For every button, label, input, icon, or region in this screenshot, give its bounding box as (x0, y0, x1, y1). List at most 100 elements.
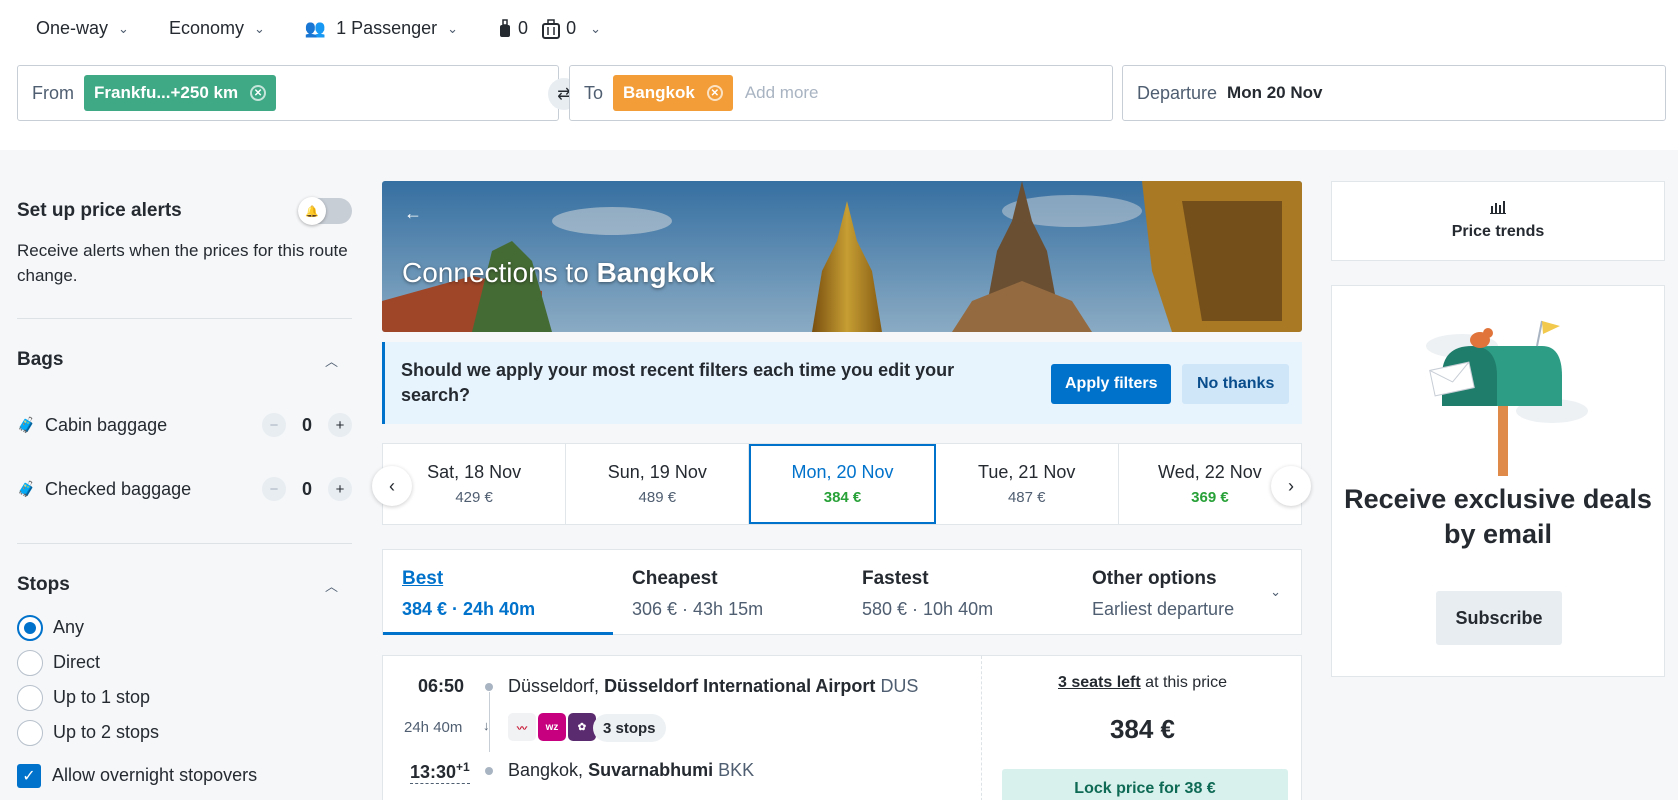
add-more-placeholder[interactable]: Add more (745, 83, 819, 103)
lock-price-button[interactable]: Lock price for 38 € (1002, 769, 1288, 800)
bell-icon: 🔔 (298, 197, 326, 225)
trip-type-label: One-way (36, 18, 109, 38)
cabin-class-label: Economy (168, 18, 244, 38)
date-option[interactable]: Sun, 19 Nov 489 € (566, 444, 750, 524)
departure-field[interactable]: Departure Mon 20 Nov (1122, 65, 1666, 121)
date-label: Tue, 21 Nov (978, 462, 1076, 482)
tab-title: Other options (1092, 568, 1217, 589)
departure-value: Mon 20 Nov (1227, 83, 1323, 102)
chevron-right-icon[interactable]: › (1271, 466, 1311, 506)
stops-option-2[interactable]: Up to 2 stops (17, 715, 352, 750)
checked-bag-icon (542, 18, 561, 39)
decrement-button[interactable]: − (262, 477, 286, 501)
tab-cheapest[interactable]: Cheapest 306 € · 43h 15m (632, 568, 763, 620)
chevron-left-icon[interactable]: ‹ (372, 466, 412, 506)
date-option[interactable]: Tue, 21 Nov 487 € (936, 444, 1119, 524)
tab-subtitle: 580 € · 10h 40m (862, 599, 994, 619)
from-field[interactable]: From Frankfu...+250 km ✕ (17, 65, 559, 121)
airline-logo: ✿ (568, 713, 596, 741)
timeline-dot (485, 683, 493, 691)
banner-title-city: Bangkok (596, 257, 715, 288)
remove-icon[interactable]: ✕ (250, 85, 267, 101)
cabin-class-select[interactable]: Economy ⌄ (169, 18, 265, 39)
divider (17, 318, 352, 319)
checkmark-icon[interactable]: ✓ (17, 763, 41, 788)
flight-duration: 24h 40m (404, 719, 463, 736)
tab-fastest[interactable]: Fastest 580 € · 10h 40m (862, 568, 993, 620)
search-bar: One-way ⌄ Economy ⌄ 👥 1 Passenger ⌄ 0 0 … (0, 0, 1678, 150)
increment-button[interactable]: + (328, 413, 352, 437)
from-chip[interactable]: Frankfu...+250 km ✕ (84, 75, 277, 111)
passengers-select[interactable]: 👥 1 Passenger ⌄ (305, 18, 458, 39)
departure-time: 06:50 (418, 676, 465, 696)
arrival-city: Bangkok, (508, 760, 584, 780)
tab-best[interactable]: Best 384 € · 24h 40m (402, 568, 535, 620)
arrival-day-offset: +1 (456, 760, 470, 774)
trip-type-select[interactable]: One-way ⌄ (36, 18, 129, 39)
remove-icon[interactable]: ✕ (706, 85, 723, 101)
to-chip[interactable]: Bangkok ✕ (613, 75, 733, 111)
arrival-airport: Suvarnabhumi (588, 760, 714, 780)
subscribe-button[interactable]: Subscribe (1436, 591, 1562, 645)
bags-section-header[interactable]: Bags ︿ (17, 349, 352, 371)
overnight-stopovers-checkbox[interactable]: ✓ Allow overnight stopovers (17, 758, 352, 793)
tab-subtitle: 306 € · 43h 15m (632, 599, 764, 619)
arrival-place: Bangkok, Suvarnabhumi BKK (508, 760, 754, 781)
date-label: Sun, 19 Nov (607, 462, 707, 482)
stops-option-any[interactable]: Any (17, 610, 352, 645)
checked-baggage-row: 🧳 Checked baggage − 0 + (17, 477, 352, 501)
radio[interactable] (17, 684, 43, 711)
to-field[interactable]: To Bangkok ✕ Add more (569, 65, 1113, 121)
arrival-code: BKK (718, 760, 755, 780)
filters-notice: Should we apply your most recent filters… (382, 342, 1302, 424)
date-price: 384 € (823, 489, 862, 506)
stops-option-label: Direct (53, 652, 101, 672)
price-alerts-toggle[interactable]: 🔔 (298, 197, 352, 225)
stops-option-label: Any (53, 617, 85, 637)
back-arrow-icon[interactable]: ← (404, 203, 422, 224)
airline-logo: wz (538, 713, 566, 741)
stops-option-direct[interactable]: Direct (17, 645, 352, 680)
seats-left-text: at this price (1140, 674, 1227, 691)
cabin-bag-count: 0 (518, 18, 529, 38)
filters-sidebar: Set up price alerts 🔔 Receive alerts whe… (17, 190, 352, 793)
departure-airport: Düsseldorf International Airport (604, 676, 876, 696)
tab-other-options[interactable]: Other options Earliest departure (1092, 568, 1234, 620)
chevron-down-icon[interactable]: ⌄ (1270, 584, 1281, 600)
cabin-baggage-count: 0 (301, 414, 312, 435)
overnight-label: Allow overnight stopovers (52, 765, 258, 785)
radio[interactable] (17, 719, 43, 746)
departure-code: DUS (880, 676, 919, 696)
checked-baggage-count: 0 (301, 478, 312, 499)
radio-selected[interactable] (17, 614, 43, 641)
price-trends-button[interactable]: Price trends (1331, 181, 1665, 261)
bags-title: Bags (17, 349, 64, 370)
departure-city: Düsseldorf, (508, 676, 600, 696)
price-alerts-description: Receive alerts when the prices for this … (17, 241, 348, 285)
date-option-selected[interactable]: Mon, 20 Nov 384 € (749, 444, 936, 524)
cabin-baggage-label: Cabin baggage (45, 414, 168, 435)
no-thanks-button[interactable]: No thanks (1182, 364, 1290, 404)
increment-button[interactable]: + (328, 477, 352, 501)
date-price: 489 € (638, 489, 677, 506)
radio[interactable] (17, 649, 43, 676)
chevron-down-icon: ⌄ (253, 20, 265, 36)
price-alerts-section: Set up price alerts 🔔 Receive alerts whe… (17, 190, 352, 288)
bags-select[interactable]: 0 0 ⌄ (498, 18, 601, 39)
date-label: Mon, 20 Nov (791, 462, 894, 482)
passengers-label: 1 Passenger (336, 18, 438, 38)
date-selector: Sat, 18 Nov 429 € Sun, 19 Nov 489 € Mon,… (382, 443, 1302, 525)
cabin-bag-icon: 🧳 (17, 417, 36, 434)
stops-option-1[interactable]: Up to 1 stop (17, 680, 352, 715)
airline-logo: 〰 (508, 713, 536, 741)
stops-section-header[interactable]: Stops ︿ (17, 574, 352, 596)
decrement-button[interactable]: − (262, 413, 286, 437)
flight-result-card[interactable]: 06:50 Düsseldorf, Düsseldorf Internation… (382, 655, 1302, 800)
chevron-down-icon: ⌄ (447, 20, 459, 36)
cabin-baggage-row: 🧳 Cabin baggage − 0 + (17, 413, 352, 437)
mailbox-illustration (1426, 320, 1588, 476)
active-tab-indicator (383, 632, 613, 635)
checked-baggage-label: Checked baggage (45, 478, 192, 499)
price-trends-label: Price trends (1451, 223, 1545, 240)
apply-filters-button[interactable]: Apply filters (1051, 364, 1172, 404)
